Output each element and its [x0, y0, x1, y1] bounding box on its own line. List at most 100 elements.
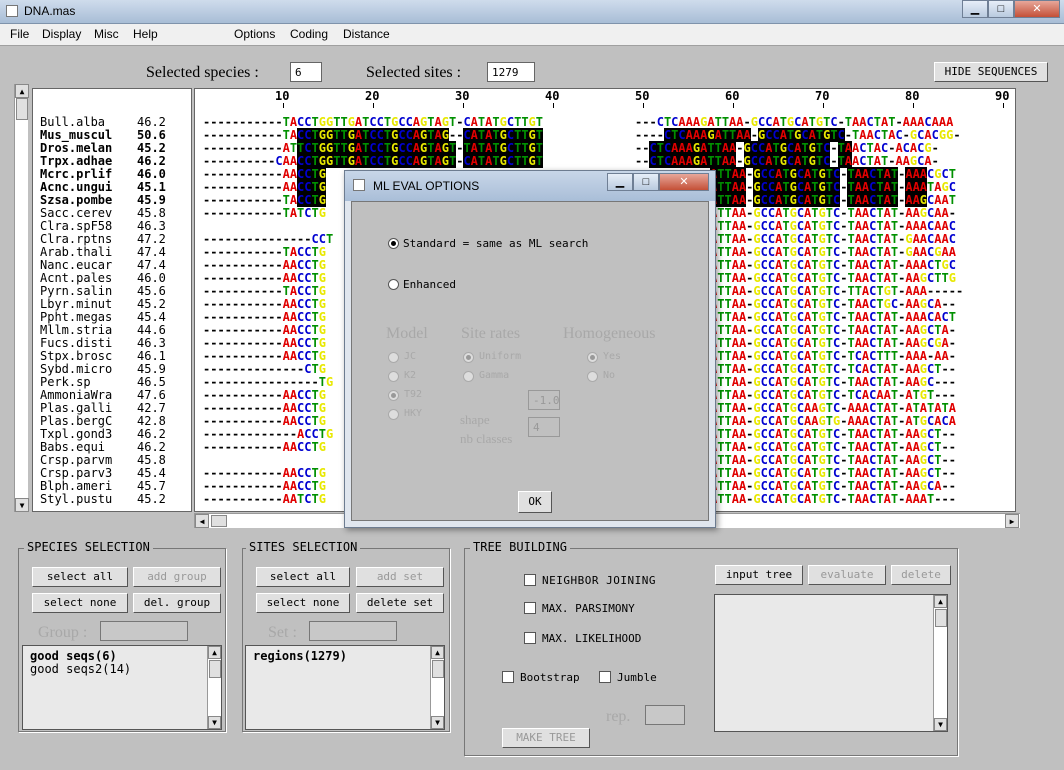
group-item[interactable]: good seqs2(14) [30, 662, 131, 676]
sequence-row-right[interactable]: ATTAA-GCCATGCATGTC-TAACTAT-GAACGAA [710, 245, 956, 259]
groups-scrollbar[interactable]: ▲ ▼ [207, 646, 221, 729]
sequence-row-right[interactable]: ----CTCAAAGATTAA-GCCATGCATGTC-TAACTAC-GC… [635, 128, 961, 142]
model-k2-radio[interactable] [388, 371, 399, 382]
sequence-row-right[interactable]: ATTAA-GCCATGCATGTC-TAACTAT-AAGCGA- [710, 336, 956, 350]
sequence-row[interactable]: -----------AATCTG [203, 492, 326, 506]
sequence-row-right[interactable]: ATTAA-GCCATGCATGTC-TAACTAT-AAACACT [710, 310, 956, 324]
species-name-row[interactable]: Stpx.brosc 46.1 [40, 349, 166, 363]
sequence-row-right[interactable]: ATTAA-GCCATGCAAGTC-AAACTAT-ATATATA [710, 401, 956, 415]
sequence-row[interactable]: -----------TATCTG [203, 206, 326, 220]
standard-radio[interactable] [388, 238, 399, 249]
species-name-row[interactable]: Styl.pustu 45.2 [40, 492, 166, 506]
set-name-field[interactable] [309, 621, 397, 641]
species-name-row[interactable]: Mcrc.prlif 46.0 [40, 167, 166, 181]
sequence-row[interactable]: -----------AACCTG [203, 466, 326, 480]
max-likelihood-checkbox[interactable] [524, 632, 536, 644]
species-name-row[interactable]: Plas.bergC 42.8 [40, 414, 166, 428]
selected-sites-field[interactable]: 1279 [487, 62, 535, 82]
jumble-checkbox[interactable] [599, 671, 611, 683]
rates-uniform-radio[interactable] [463, 352, 474, 363]
add-group-button[interactable]: add group [133, 567, 221, 587]
del-group-button[interactable]: del. group [133, 593, 221, 613]
evaluate-button[interactable]: evaluate [808, 565, 886, 585]
species-name-row[interactable]: Ppht.megas 45.4 [40, 310, 166, 324]
species-name-row[interactable]: Lbyr.minut 45.2 [40, 297, 166, 311]
ok-button[interactable]: OK [518, 491, 552, 513]
selected-species-field[interactable]: 6 [290, 62, 322, 82]
sequence-row[interactable]: -----------AACCTG [203, 414, 326, 428]
scroll-up-icon[interactable]: ▲ [934, 595, 947, 608]
rates-gamma-radio[interactable] [463, 371, 474, 382]
species-name-row[interactable]: Nanc.eucar 47.4 [40, 258, 166, 272]
species-name-row[interactable]: Mllm.stria 44.6 [40, 323, 166, 337]
hscroll-thumb[interactable] [211, 515, 227, 527]
species-select-all-button[interactable]: select all [32, 567, 128, 587]
species-name-row[interactable]: Pyrn.salin 45.6 [40, 284, 166, 298]
sequence-row[interactable]: -------------ACCTG [203, 427, 333, 441]
scroll-thumb[interactable] [432, 660, 444, 678]
menu-options[interactable]: Options [234, 27, 275, 41]
species-name-row[interactable]: Trpx.adhae 46.2 [40, 154, 166, 168]
species-name-row[interactable]: Fucs.disti 46.3 [40, 336, 166, 350]
nb-classes-field[interactable]: 4 [528, 417, 560, 437]
set-item[interactable]: regions(1279) [253, 649, 347, 663]
sequence-row[interactable]: -----------ATTCTGGTTGATCCTGCCAGTAGT-TATA… [203, 141, 544, 155]
sequence-row[interactable]: --------------CTG [203, 362, 326, 376]
scroll-thumb[interactable] [935, 609, 947, 627]
minimize-button[interactable]: ▁ [962, 0, 988, 18]
sites-select-all-button[interactable]: select all [256, 567, 350, 587]
scroll-down-icon[interactable]: ▼ [431, 716, 444, 729]
scroll-left-icon[interactable]: ◀ [195, 514, 209, 528]
sets-scrollbar[interactable]: ▲ ▼ [430, 646, 444, 729]
menu-file[interactable]: File [10, 27, 29, 41]
sequence-row-right[interactable]: ATTAA-GCCATGCATGTC-TCACTTT-AAA-AA- [710, 349, 956, 363]
scroll-down-icon[interactable]: ▼ [15, 498, 29, 512]
species-name-list[interactable]: Bull.alba 46.2 Mus_muscul 50.6 Dros.melan 45.… [32, 88, 192, 512]
sequence-row[interactable]: -----------TACCTGGTTGATCCTGCCAGTAGT-CATA… [203, 115, 543, 129]
sequence-row-right[interactable]: ATTAA-GCCATGCATGTC-TAACTAT-AAACAAC [710, 219, 956, 233]
delete-tree-button[interactable]: delete [891, 565, 951, 585]
sequence-row-right[interactable]: ATTAA-GCCATGCATGTC-TAACTAT-AAAT--- [710, 492, 956, 506]
max-parsimony-checkbox[interactable] [524, 602, 536, 614]
dialog-close-button[interactable]: ✕ [659, 173, 709, 191]
model-t92-radio[interactable] [388, 390, 399, 401]
scroll-up-icon[interactable]: ▲ [431, 646, 444, 659]
species-name-row[interactable]: Acnt.pales 46.0 [40, 271, 166, 285]
sequence-row[interactable]: -----------TACCTG [203, 284, 326, 298]
add-set-button[interactable]: add set [356, 567, 444, 587]
sequence-row-right[interactable]: ATTAA-GCCATGCATGTC-TAACTAT-AAGCT-- [710, 453, 956, 467]
species-name-row[interactable]: Blph.ameri 45.7 [40, 479, 166, 493]
species-name-row[interactable]: Perk.sp 46.5 [40, 375, 166, 389]
species-groups-list[interactable]: good seqs(6) good seqs2(14) ▲ ▼ [22, 645, 222, 730]
sites-select-none-button[interactable]: select none [256, 593, 350, 613]
scroll-down-icon[interactable]: ▼ [934, 718, 947, 731]
sequence-row[interactable]: -----------AACCTG [203, 310, 326, 324]
species-name-row[interactable]: Crsp.parv3 45.4 [40, 466, 166, 480]
menu-coding[interactable]: Coding [290, 27, 328, 41]
scroll-up-icon[interactable]: ▲ [15, 84, 29, 98]
sequence-row[interactable]: -----------TACCTG [203, 245, 326, 259]
sequence-row[interactable]: -----------AACCTG [203, 271, 326, 285]
homog-yes-radio[interactable] [587, 352, 598, 363]
sequence-row-right[interactable]: ATTAA-GCCATGCATGTC-TCACAAT-ATGT--- [710, 388, 956, 402]
neighbor-joining-checkbox[interactable] [524, 574, 536, 586]
sequence-row[interactable]: -----------AACCTG [203, 440, 326, 454]
menu-distance[interactable]: Distance [343, 27, 390, 41]
input-tree-button[interactable]: input tree [715, 565, 803, 585]
species-name-row[interactable]: Clra.rptns 47.2 [40, 232, 166, 246]
sequence-row[interactable]: ---------------CCT [203, 232, 333, 246]
sequence-row[interactable]: -----------AACCTG [203, 479, 326, 493]
menu-misc[interactable]: Misc [94, 27, 119, 41]
sequence-row[interactable]: ----------CAACCTGGTTGATCCTGCCAGTAGT-CATA… [203, 154, 544, 168]
scroll-right-icon[interactable]: ▶ [1005, 514, 1019, 528]
group-item[interactable]: good seqs(6) [30, 649, 117, 663]
dialog-maximize-button[interactable]: □ [633, 173, 659, 191]
sequence-row[interactable]: -----------AACCTG [203, 167, 326, 181]
menu-display[interactable]: Display [42, 27, 81, 41]
model-hky-radio[interactable] [388, 409, 399, 420]
sequence-row[interactable]: -----------TACCTGGTTGATCCTGCCAGTAG--CATA… [203, 128, 544, 142]
species-name-row[interactable]: Sybd.micro 45.9 [40, 362, 166, 376]
sequence-row-right[interactable]: --CTCAAAGATTAA-GCCATGCATGTC-TAACTAT-AAGC… [635, 154, 939, 168]
sequence-row-right[interactable]: ATTAA-GCCATGCATGTC-TAACTAT-AAGCTA- [710, 323, 956, 337]
sequence-row[interactable]: -----------AACCTG [203, 323, 326, 337]
